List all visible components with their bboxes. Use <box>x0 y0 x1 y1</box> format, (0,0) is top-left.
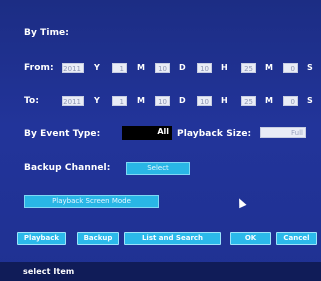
by-time-label: By Time: <box>24 28 69 38</box>
from-month-unit: M <box>137 63 145 72</box>
from-hour-field[interactable]: 10 <box>197 63 212 73</box>
from-second-field[interactable]: 0 <box>283 63 298 73</box>
playback-size-field[interactable]: Full <box>260 127 306 138</box>
playback-size-label: Playback Size: <box>177 129 252 139</box>
from-hour-unit: H <box>221 63 228 72</box>
playback-screen-mode-button[interactable]: Playback Screen Mode <box>24 195 159 208</box>
backup-button[interactable]: Backup <box>77 232 119 245</box>
to-day-unit: D <box>179 96 186 105</box>
from-year-field[interactable]: 2011 <box>62 63 84 73</box>
playback-search-dialog: By Time: From: 2011 Y 1 M 10 D 10 H 25 M… <box>0 0 321 281</box>
from-day-unit: D <box>179 63 186 72</box>
from-day-field[interactable]: 10 <box>155 63 170 73</box>
to-month-unit: M <box>137 96 145 105</box>
to-label: To: <box>24 96 40 106</box>
playback-button[interactable]: Playback <box>17 232 66 245</box>
from-month-field[interactable]: 1 <box>112 63 127 73</box>
to-second-field[interactable]: 0 <box>283 96 298 106</box>
to-year-unit: Y <box>94 96 100 105</box>
to-hour-unit: H <box>221 96 228 105</box>
to-minute-field[interactable]: 25 <box>241 96 256 106</box>
list-and-search-button[interactable]: List and Search <box>124 232 221 245</box>
to-hour-field[interactable]: 10 <box>197 96 212 106</box>
mouse-cursor-icon <box>235 196 247 209</box>
to-month-field[interactable]: 1 <box>112 96 127 106</box>
ok-button[interactable]: OK <box>230 232 271 245</box>
status-bar: select Item <box>0 262 321 281</box>
backup-channel-select-button[interactable]: Select <box>126 162 190 175</box>
to-second-unit: S <box>307 96 313 105</box>
backup-channel-label: Backup Channel: <box>24 163 111 173</box>
from-label: From: <box>24 63 54 73</box>
to-year-field[interactable]: 2011 <box>62 96 84 106</box>
event-type-label: By Event Type: <box>24 129 101 139</box>
to-day-field[interactable]: 10 <box>155 96 170 106</box>
event-type-select[interactable]: All <box>122 126 172 140</box>
from-year-unit: Y <box>94 63 100 72</box>
from-minute-field[interactable]: 25 <box>241 63 256 73</box>
from-minute-unit: M <box>265 63 273 72</box>
from-second-unit: S <box>307 63 313 72</box>
to-minute-unit: M <box>265 96 273 105</box>
cancel-button[interactable]: Cancel <box>276 232 317 245</box>
status-text: select Item <box>23 267 75 276</box>
